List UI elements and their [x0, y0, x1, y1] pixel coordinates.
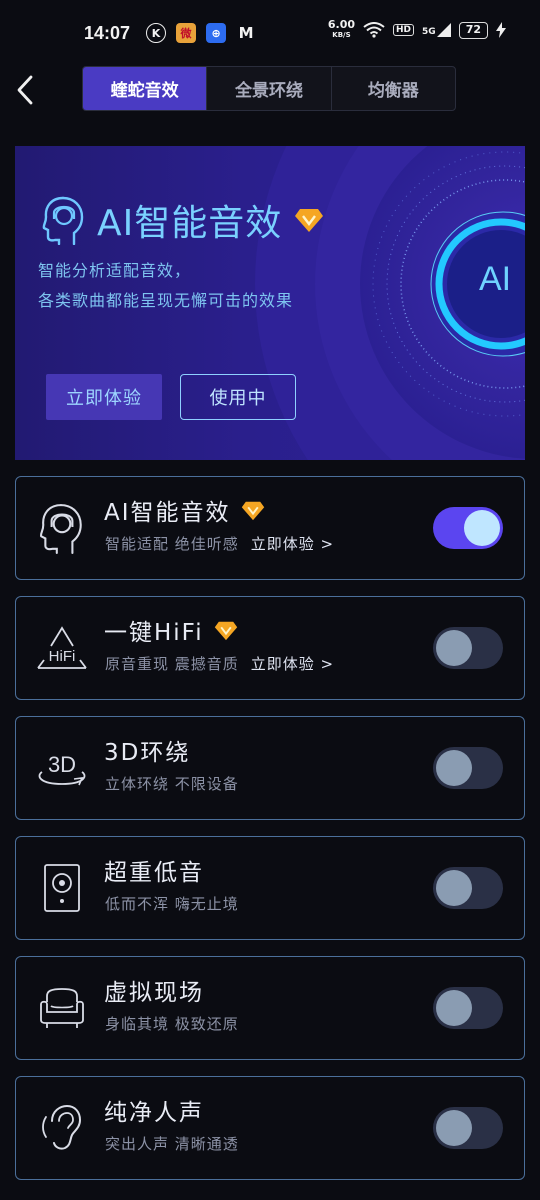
card-subtitle: 智能适配 绝佳听感: [105, 535, 239, 553]
in-use-button[interactable]: 使用中: [180, 374, 296, 420]
hifi-icon-text: HiFi: [49, 648, 76, 665]
status-bar: 14:07 K 微 ⊕ M 6.00 KB/S HD 5G 72: [0, 0, 540, 66]
banner-description: 智能分析适配音效， 各类歌曲都能呈现无懈可击的效果: [38, 256, 293, 316]
toggle-knob: [436, 1110, 472, 1146]
card-subtitle: 低而不浑 嗨无止境: [105, 895, 239, 913]
ai-effect-banner[interactable]: AI AI智能音效 智能分析适配音效， 各类歌曲都能呈现无懈可击的效果 立即体验…: [15, 146, 525, 460]
toggle-knob: [436, 870, 472, 906]
signal-icon: [436, 23, 451, 37]
card-subtitle: 原音重现 震撼音质: [105, 655, 239, 673]
wifi-icon: [363, 22, 385, 38]
card-title-row: 纯净人声: [104, 1093, 204, 1127]
vip-diamond-icon: [295, 209, 324, 232]
ai-head-icon: [39, 504, 82, 554]
tab-equalizer[interactable]: 均衡器: [332, 67, 455, 110]
tab-viper-effects[interactable]: 蝰蛇音效: [83, 67, 208, 110]
ai-effect-toggle[interactable]: [433, 507, 503, 549]
try-now-button[interactable]: 立即体验: [46, 374, 162, 420]
toggle-knob: [464, 510, 500, 546]
card-icon-container: [34, 979, 90, 1037]
back-button[interactable]: [10, 70, 40, 110]
banner-title-row: AI智能音效: [41, 194, 324, 246]
ear-icon: [42, 1104, 82, 1150]
card-title-row: 虚拟现场: [104, 973, 204, 1007]
try-now-link[interactable]: 立即体验 >: [251, 653, 334, 674]
3d-surround-icon: 3D: [38, 752, 86, 786]
virtual-live-toggle[interactable]: [433, 987, 503, 1029]
card-icon-container: [34, 499, 90, 557]
effect-card-super-bass[interactable]: 超重低音 低而不浑 嗨无止境: [15, 836, 525, 940]
chevron-left-icon: [17, 75, 33, 105]
card-title-row: 一键HiFi: [104, 613, 238, 647]
card-icon-container: HiFi: [34, 619, 90, 677]
card-title: 虚拟现场: [104, 980, 204, 1006]
armchair-icon: [40, 988, 84, 1028]
card-subtitle-row: 突出人声 清晰通透: [105, 1133, 239, 1154]
signal-5g: 5G: [422, 23, 451, 37]
network-speed: 6.00 KB/S: [327, 18, 356, 39]
card-title-row: AI智能音效: [104, 493, 265, 527]
card-title: AI智能音效: [104, 500, 231, 526]
banner-title: AI智能音效: [97, 203, 283, 244]
vip-diamond-icon: [214, 620, 238, 641]
card-subtitle-row: 立体环绕 不限设备: [105, 773, 239, 794]
card-title: 3D环绕: [104, 740, 191, 766]
top-nav: 蝰蛇音效 全景环绕 均衡器: [0, 66, 540, 124]
card-title-row: 3D环绕: [104, 733, 190, 767]
banner-desc-line-2: 各类歌曲都能呈现无懈可击的效果: [38, 291, 294, 310]
speaker-icon: [44, 864, 80, 912]
toggle-knob: [436, 990, 472, 1026]
hifi-toggle[interactable]: [433, 627, 503, 669]
toggle-knob: [436, 630, 472, 666]
super-bass-toggle[interactable]: [433, 867, 503, 909]
effect-card-3d-surround[interactable]: 3D 3D环绕 立体环绕 不限设备: [15, 716, 525, 820]
card-subtitle: 立体环绕 不限设备: [105, 775, 239, 793]
threed-icon-text: 3D: [48, 752, 76, 777]
toggle-knob: [436, 750, 472, 786]
effect-card-virtual-live[interactable]: 虚拟现场 身临其境 极致还原: [15, 956, 525, 1060]
tab-panoramic-surround[interactable]: 全景环绕: [207, 67, 332, 110]
weibo-icon: 微: [176, 23, 197, 43]
card-subtitle-row: 原音重现 震撼音质 立即体验 >: [105, 653, 334, 674]
app-m-icon: M: [238, 24, 254, 42]
card-title: 纯净人声: [104, 1100, 204, 1126]
app-k-icon: K: [146, 23, 167, 43]
card-subtitle-row: 低而不浑 嗨无止境: [105, 893, 239, 914]
banner-ai-badge: AI: [479, 260, 512, 298]
vip-diamond-icon: [241, 500, 265, 521]
try-now-link[interactable]: 立即体验 >: [251, 533, 334, 554]
ai-head-icon: [42, 196, 84, 245]
status-time: 14:07: [84, 22, 131, 43]
card-icon-container: 3D: [34, 739, 90, 797]
app-blue-icon: ⊕: [206, 23, 227, 43]
card-title: 超重低音: [104, 860, 204, 886]
card-subtitle-row: 身临其境 极致还原: [105, 1013, 239, 1034]
pure-vocals-toggle[interactable]: [433, 1107, 503, 1149]
3d-surround-toggle[interactable]: [433, 747, 503, 789]
card-title: 一键HiFi: [104, 620, 204, 646]
effect-card-hifi[interactable]: HiFi 一键HiFi 原音重现 震撼音质 立即体验 >: [15, 596, 525, 700]
card-subtitle: 突出人声 清晰通透: [105, 1135, 239, 1153]
effect-card-ai[interactable]: AI智能音效 智能适配 绝佳听感 立即体验 >: [15, 476, 525, 580]
charging-icon: [496, 22, 506, 38]
card-subtitle: 身临其境 极致还原: [105, 1015, 239, 1033]
battery-level: 72: [458, 21, 488, 39]
hd-badge: HD: [393, 24, 415, 36]
tab-bar: 蝰蛇音效 全景环绕 均衡器: [82, 66, 456, 111]
card-title-row: 超重低音: [104, 853, 204, 887]
banner-desc-line-1: 智能分析适配音效，: [38, 261, 192, 280]
effect-card-pure-vocals[interactable]: 纯净人声 突出人声 清晰通透: [15, 1076, 525, 1180]
card-icon-container: [34, 859, 90, 917]
card-icon-container: [34, 1099, 90, 1157]
hifi-icon: HiFi: [37, 626, 87, 669]
card-subtitle-row: 智能适配 绝佳听感 立即体验 >: [105, 533, 334, 554]
